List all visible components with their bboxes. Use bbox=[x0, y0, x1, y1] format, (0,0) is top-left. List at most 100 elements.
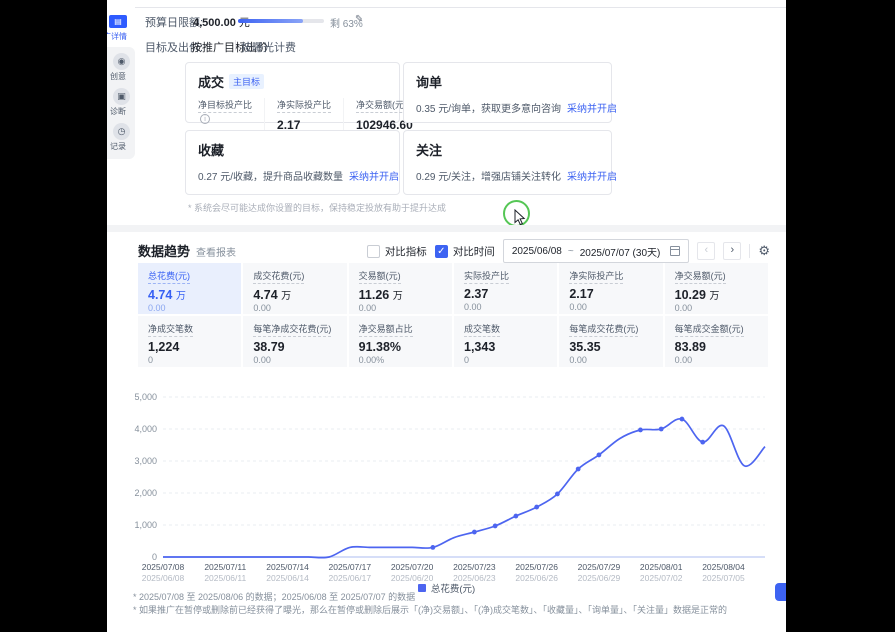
floating-side-tab[interactable] bbox=[775, 583, 786, 601]
metric-card-compare-value: 0.00 bbox=[675, 355, 758, 365]
sidebar-item-label: 记录 bbox=[110, 141, 135, 152]
svg-text:2025/07/26: 2025/07/26 bbox=[515, 562, 558, 572]
date-range-separator: ~ bbox=[568, 246, 574, 257]
metric-card-label: 净交易额(元) bbox=[675, 269, 726, 284]
goal-card-favorite: 收藏 0.27 元/收藏，提升商品收藏数量采纳并开启 bbox=[185, 130, 400, 195]
svg-text:2025/07/11: 2025/07/11 bbox=[204, 562, 246, 572]
date-range-picker[interactable]: 2025/06/08 ~ 2025/07/07 (30天) bbox=[503, 239, 690, 263]
metric-card-net-roi[interactable]: 净实际投产比 2.17 0.00 bbox=[559, 263, 662, 314]
goal-note: * 系统会尽可能达成你设置的目标，保持稳定投放有助于提升达成 bbox=[188, 201, 446, 214]
adopt-enable-link[interactable]: 采纳并开启 bbox=[567, 104, 617, 115]
metric-card-compare-value: 0.00 bbox=[253, 303, 336, 313]
follow-card-title: 关注 bbox=[416, 140, 442, 159]
metric-card-net-gmv-ratio[interactable]: 净交易额占比 91.38% 0.00% bbox=[349, 316, 452, 367]
metric-card-label: 成交花费(元) bbox=[253, 269, 304, 284]
prev-period-button[interactable]: ‹ bbox=[697, 242, 715, 260]
svg-text:0: 0 bbox=[152, 552, 157, 562]
controls-divider bbox=[749, 244, 750, 258]
metric-card-value: 38.79 bbox=[253, 340, 336, 354]
metric-label: 净交易额(元) bbox=[356, 98, 407, 113]
metric-card-amount-per-order[interactable]: 每笔成交金额(元) 83.89 0.00 bbox=[665, 316, 768, 367]
info-icon[interactable]: i bbox=[200, 114, 210, 124]
chart-footnote-1: * 2025/07/08 至 2025/08/06 的数据；2025/06/08… bbox=[133, 590, 415, 603]
metric-card-label: 每笔成交金额(元) bbox=[675, 322, 744, 337]
calendar-icon bbox=[670, 246, 680, 256]
deal-card-title: 成交 bbox=[198, 72, 224, 91]
svg-text:2025/07/29: 2025/07/29 bbox=[578, 562, 621, 572]
svg-text:2025/07/08: 2025/07/08 bbox=[142, 562, 185, 572]
metric-card-roi[interactable]: 实际投产比 2.37 0.00 bbox=[454, 263, 557, 314]
next-period-button[interactable]: › bbox=[723, 242, 741, 260]
svg-text:2,000: 2,000 bbox=[134, 488, 157, 498]
metric-card-label: 实际投产比 bbox=[464, 269, 509, 284]
metric-card-value: 91.38% bbox=[359, 340, 442, 354]
budget-progress-bar bbox=[238, 19, 324, 23]
metric-cards-grid: 总花费(元) 4.74 万 0.00 成交花费(元) 4.74 万 0.00 交… bbox=[138, 263, 768, 367]
metric-label: 净实际投产比 bbox=[277, 98, 331, 113]
svg-text:2025/08/04: 2025/08/04 bbox=[702, 562, 745, 572]
metric-card-label: 交易额(元) bbox=[359, 269, 401, 284]
sidebar-item-diagnose[interactable]: ▣ 诊断 bbox=[113, 88, 135, 117]
metric-card-value: 4.74 万 bbox=[253, 287, 336, 302]
metric-card-value: 1,224 bbox=[148, 340, 231, 354]
metric-card-orders[interactable]: 成交笔数 1,343 0 bbox=[454, 316, 557, 367]
adopt-enable-link[interactable]: 采纳并开启 bbox=[349, 172, 399, 183]
metric-card-compare-value: 0 bbox=[464, 355, 547, 365]
main-panel: ▤ 广详情 ◉ 创意 ▣ 诊断 ◷ 记录 预算日限额: 4,500.00 元 剩… bbox=[107, 0, 786, 632]
metric-card-value: 4.74 万 bbox=[148, 287, 231, 302]
svg-text:3,000: 3,000 bbox=[134, 456, 157, 466]
metric-card-value: 10.29 万 bbox=[675, 287, 758, 302]
metric-card-label: 每笔净成交花费(元) bbox=[253, 322, 331, 337]
sidebar-item-label: 创意 bbox=[110, 71, 135, 82]
sidebar-item-history[interactable]: ◷ 记录 bbox=[113, 123, 135, 152]
svg-text:2025/08/01: 2025/08/01 bbox=[640, 562, 683, 572]
compare-time-label: 对比时间 bbox=[453, 244, 495, 259]
svg-text:2025/07/20: 2025/07/20 bbox=[391, 562, 434, 572]
legend-swatch bbox=[418, 584, 426, 592]
goal-card-inquiry: 询单 0.35 元/询单，获取更多意向咨询采纳并开启 bbox=[403, 62, 612, 123]
favorite-card-title: 收藏 bbox=[198, 140, 224, 159]
gear-icon[interactable]: ⚙ bbox=[758, 243, 770, 259]
metric-card-cost-per-order[interactable]: 每笔成交花费(元) 35.35 0.00 bbox=[559, 316, 662, 367]
compare-metric-label: 对比指标 bbox=[385, 244, 427, 259]
metric-card-total-cost[interactable]: 总花费(元) 4.74 万 0.00 bbox=[138, 263, 241, 314]
metric-card-net-cost-per-order[interactable]: 每笔净成交花费(元) 38.79 0.00 bbox=[243, 316, 346, 367]
metric-card-label: 净实际投产比 bbox=[569, 269, 623, 284]
metric-card-gmv[interactable]: 交易额(元) 11.26 万 0.00 bbox=[349, 263, 452, 314]
metric-card-label: 总花费(元) bbox=[148, 269, 190, 284]
metric-card-compare-value: 0.00 bbox=[569, 355, 652, 365]
adopt-enable-link[interactable]: 采纳并开启 bbox=[567, 172, 617, 183]
metric-card-compare-value: 0 bbox=[148, 355, 231, 365]
metric-card-compare-value: 0.00 bbox=[148, 303, 231, 313]
compare-time-checkbox[interactable]: ✓ bbox=[435, 245, 448, 258]
metric-card-label: 净成交笔数 bbox=[148, 322, 193, 337]
metric-card-value: 35.35 bbox=[569, 340, 652, 354]
metric-card-net-gmv[interactable]: 净交易额(元) 10.29 万 0.00 bbox=[665, 263, 768, 314]
sidebar-item-creative[interactable]: ◉ 创意 bbox=[113, 53, 135, 82]
svg-text:2025/07/23: 2025/07/23 bbox=[453, 562, 496, 572]
edit-budget-icon[interactable]: ✎ bbox=[355, 14, 363, 25]
compare-metric-checkbox[interactable] bbox=[367, 245, 380, 258]
trend-chart: 01,0002,0003,0004,0005,0002025/07/082025… bbox=[132, 388, 777, 588]
header-divider bbox=[135, 7, 786, 8]
chart-footnote-2: * 如果推广在暂停或删除前已经获得了曝光，那么在暂停或删除后展示「(净)交易额」… bbox=[133, 603, 727, 616]
metric-card-net-orders[interactable]: 净成交笔数 1,224 0 bbox=[138, 316, 241, 367]
metric-label: 净目标投产比 bbox=[198, 98, 252, 113]
view-report-link[interactable]: 查看报表 bbox=[196, 244, 236, 259]
inquiry-card-title: 询单 bbox=[416, 72, 442, 91]
metric-card-compare-value: 0.00 bbox=[569, 302, 652, 312]
tab-separator: | bbox=[234, 39, 237, 51]
sidebar-item-promo-detail[interactable]: 广详情 bbox=[107, 31, 135, 42]
inquiry-desc: 0.35 元/询单，获取更多意向咨询采纳并开启 bbox=[416, 100, 599, 115]
trend-controls: 对比指标 ✓ 对比时间 2025/06/08 ~ 2025/07/07 (30天… bbox=[367, 239, 770, 263]
date-range-end: 2025/07/07 (30天) bbox=[580, 244, 661, 259]
goal-card-deal: 成交主目标 净目标投产比i 2.45 ✎ 净实际投产比 2.17 净交易额(元)… bbox=[185, 62, 400, 123]
tab-bid-by-impression[interactable]: 按曝光计费 bbox=[241, 39, 296, 55]
date-range-start: 2025/06/08 bbox=[512, 246, 562, 257]
metric-card-deal-cost[interactable]: 成交花费(元) 4.74 万 0.00 bbox=[243, 263, 346, 314]
legend-label: 总花费(元) bbox=[431, 581, 475, 595]
metric-card-compare-value: 0.00 bbox=[464, 302, 547, 312]
favorite-desc: 0.27 元/收藏，提升商品收藏数量采纳并开启 bbox=[198, 168, 387, 183]
promo-detail-icon[interactable]: ▤ bbox=[109, 15, 127, 28]
svg-text:5,000: 5,000 bbox=[134, 392, 157, 402]
